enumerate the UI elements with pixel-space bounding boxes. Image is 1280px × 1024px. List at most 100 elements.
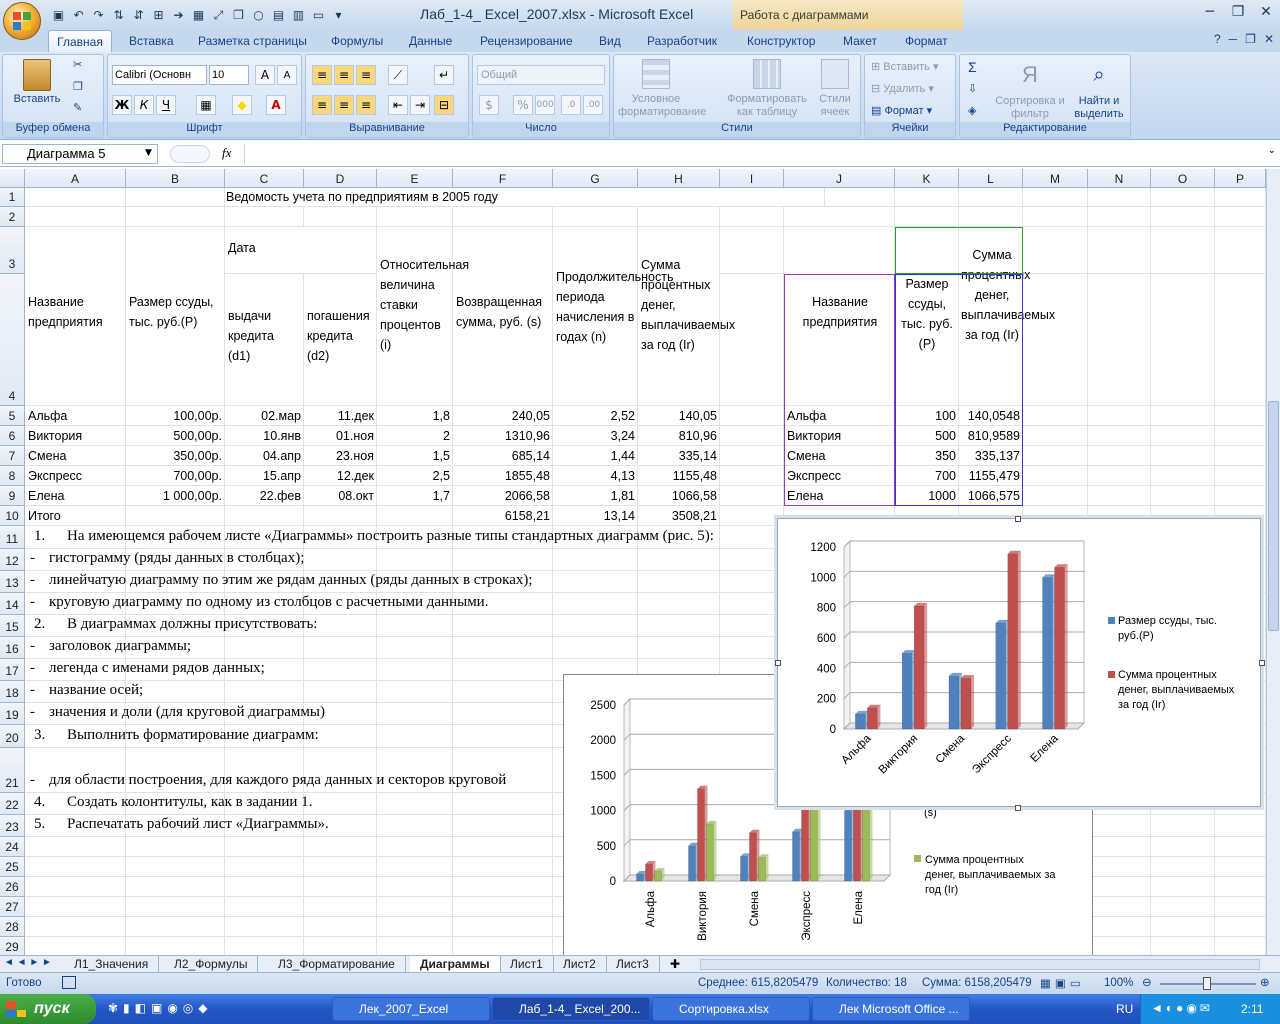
grid-cell[interactable] bbox=[553, 549, 638, 571]
tab-data[interactable]: Данные bbox=[409, 30, 452, 52]
grid-cell[interactable] bbox=[453, 897, 553, 917]
grid-cell[interactable] bbox=[377, 857, 453, 877]
column-header-o[interactable]: O bbox=[1151, 169, 1215, 188]
sheet-tab-l2[interactable]: Л2_Формулы bbox=[164, 956, 259, 973]
grid-cell[interactable] bbox=[1088, 815, 1151, 837]
grid-cell[interactable] bbox=[453, 857, 553, 877]
grid-cell[interactable] bbox=[304, 549, 377, 571]
grid-cell[interactable] bbox=[304, 207, 377, 227]
row-header-23[interactable]: 23 bbox=[0, 815, 25, 837]
row-header-24[interactable]: 24 bbox=[0, 837, 25, 857]
grid-cell[interactable] bbox=[377, 877, 453, 897]
increase-decimal-icon[interactable]: .0 bbox=[561, 95, 581, 115]
grid-cell[interactable] bbox=[1151, 446, 1215, 466]
quick-launch-icons[interactable]: ✾▮◧▣◉◎◆ bbox=[108, 1001, 213, 1015]
sheet-tab-l1[interactable]: Л1_Значения bbox=[64, 956, 160, 973]
grid-cell[interactable] bbox=[1215, 815, 1266, 837]
format-icon[interactable]: ⊞ bbox=[150, 7, 167, 24]
tab-developer[interactable]: Разработчик bbox=[647, 30, 717, 52]
grid-cell[interactable] bbox=[304, 937, 377, 955]
grid-cell[interactable] bbox=[1215, 486, 1266, 506]
find-select-button[interactable]: ⌕ Найти и выделить bbox=[1068, 59, 1130, 121]
insert-sheet-icon[interactable]: ✚ bbox=[670, 957, 680, 971]
grid-cell[interactable] bbox=[377, 815, 453, 837]
save-icon[interactable]: ▣ bbox=[50, 7, 67, 24]
tab-home[interactable]: Главная bbox=[48, 30, 112, 52]
grid-cell[interactable] bbox=[1023, 188, 1088, 207]
grid-cell[interactable] bbox=[377, 725, 453, 748]
grid-cell[interactable] bbox=[784, 207, 895, 227]
font-size-select[interactable]: 10 bbox=[209, 65, 249, 85]
grid-cell[interactable] bbox=[1088, 446, 1151, 466]
grid-cell[interactable] bbox=[720, 549, 784, 571]
orientation-icon[interactable]: ⟋ bbox=[388, 65, 408, 85]
grid-cell[interactable] bbox=[1088, 917, 1151, 937]
grid-cell[interactable] bbox=[1088, 406, 1151, 426]
grid-cell[interactable] bbox=[453, 615, 553, 637]
grid-cell[interactable] bbox=[1151, 815, 1215, 837]
grid-cell[interactable] bbox=[377, 937, 453, 955]
grid-cell[interactable] bbox=[720, 406, 784, 426]
grid-cell[interactable] bbox=[225, 917, 304, 937]
cut-icon[interactable]: ✂ bbox=[73, 59, 82, 72]
grid-cell[interactable] bbox=[1023, 227, 1088, 274]
grid-cell[interactable] bbox=[304, 897, 377, 917]
grid-cell[interactable] bbox=[1215, 837, 1266, 857]
tray-icons[interactable]: ◄◐●◉✉ bbox=[1151, 1001, 1213, 1015]
grid-cell[interactable] bbox=[1023, 207, 1088, 227]
sheet-tab-list2[interactable]: Лист2 bbox=[553, 956, 607, 973]
row-header-16[interactable]: 16 bbox=[0, 637, 25, 659]
columns-icon[interactable]: ▥ bbox=[290, 7, 307, 24]
grid-cell[interactable] bbox=[377, 681, 453, 703]
grid-cell[interactable] bbox=[453, 207, 553, 227]
grid-cell[interactable] bbox=[638, 549, 720, 571]
grid-cell[interactable] bbox=[1151, 897, 1215, 917]
grid-cell[interactable] bbox=[1215, 877, 1266, 897]
zoom-level[interactable]: 100% bbox=[1104, 977, 1133, 989]
borders-icon[interactable]: ▦ bbox=[196, 95, 216, 115]
column-header-b[interactable]: B bbox=[126, 169, 225, 188]
grid-cell[interactable] bbox=[1088, 466, 1151, 486]
grid-cell[interactable] bbox=[377, 917, 453, 937]
zoom-slider-thumb[interactable] bbox=[1203, 977, 1211, 990]
paste-button[interactable]: Вставить bbox=[11, 59, 63, 106]
grid-cell[interactable] bbox=[225, 877, 304, 897]
tab-formulas[interactable]: Формулы bbox=[331, 30, 383, 52]
row-header-13[interactable]: 13 bbox=[0, 571, 25, 593]
number-format-select[interactable]: Общий bbox=[477, 65, 605, 85]
tab-design[interactable]: Конструктор bbox=[747, 30, 815, 52]
grid-cell[interactable] bbox=[225, 207, 304, 227]
grid-cell[interactable] bbox=[1151, 227, 1215, 274]
formula-input[interactable] bbox=[244, 144, 1264, 164]
column-header-l[interactable]: L bbox=[959, 169, 1023, 188]
grid-cell[interactable] bbox=[225, 637, 304, 659]
sort-filter-button[interactable]: Я Сортировка и фильтр bbox=[994, 59, 1066, 121]
grid-cell[interactable] bbox=[126, 897, 225, 917]
decrease-decimal-icon[interactable]: .00 bbox=[583, 95, 603, 115]
grid-cell[interactable] bbox=[720, 274, 784, 406]
row-header-19[interactable]: 19 bbox=[0, 703, 25, 725]
grid-cell[interactable] bbox=[377, 615, 453, 637]
grid-cell[interactable] bbox=[377, 793, 453, 815]
grid-cell[interactable] bbox=[1215, 937, 1266, 955]
name-box[interactable]: Диаграмма 5 bbox=[2, 144, 158, 164]
close-icon[interactable]: ✕ bbox=[1252, 0, 1280, 24]
row-header-12[interactable]: 12 bbox=[0, 549, 25, 571]
grid-cell[interactable] bbox=[25, 188, 126, 207]
grid-cell[interactable] bbox=[1088, 897, 1151, 917]
row-header-3[interactable]: 3 bbox=[0, 227, 25, 274]
chart-resize-handle[interactable] bbox=[1259, 660, 1265, 666]
row-header-28[interactable]: 28 bbox=[0, 917, 25, 937]
font-color-icon[interactable]: A bbox=[266, 95, 286, 115]
circle-icon[interactable]: ○ bbox=[250, 7, 267, 24]
column-header-g[interactable]: G bbox=[553, 169, 638, 188]
grid-cell[interactable] bbox=[1088, 207, 1151, 227]
grid-cell[interactable] bbox=[377, 637, 453, 659]
grid-cell[interactable] bbox=[453, 937, 553, 955]
row-header-4[interactable]: 4 bbox=[0, 274, 25, 406]
italic-button[interactable]: К bbox=[134, 95, 154, 115]
tab-format[interactable]: Формат bbox=[905, 30, 948, 52]
grid-cell[interactable] bbox=[377, 549, 453, 571]
grow-font-icon[interactable]: A bbox=[255, 65, 275, 85]
grid-cell[interactable] bbox=[453, 659, 553, 681]
